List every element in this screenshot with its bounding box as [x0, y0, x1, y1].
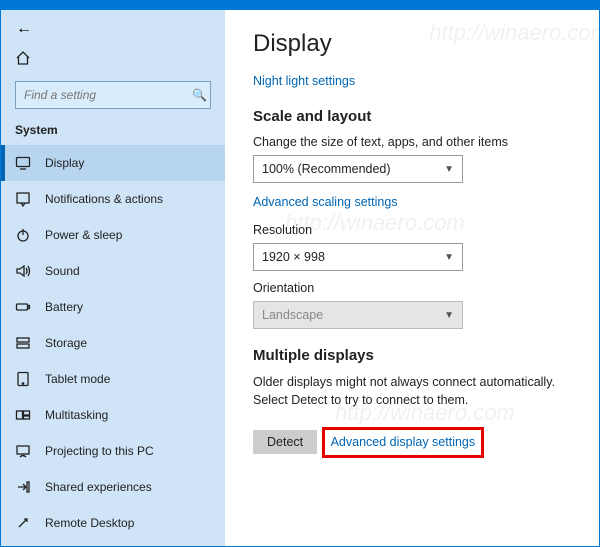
- sidebar-item-display[interactable]: Display: [1, 145, 225, 181]
- sidebar-item-label: Power & sleep: [45, 228, 122, 242]
- settings-window: ← 🔍 System Display Notifications & actio…: [0, 10, 600, 547]
- back-icon[interactable]: ←: [15, 20, 33, 38]
- sidebar-item-label: Projecting to this PC: [45, 444, 154, 458]
- resolution-label: Resolution: [253, 223, 571, 237]
- sidebar-list: Display Notifications & actions Power & …: [1, 145, 225, 546]
- projecting-icon: [15, 443, 31, 459]
- sidebar-item-storage[interactable]: Storage: [1, 325, 225, 361]
- sidebar-item-label: Battery: [45, 300, 83, 314]
- sidebar-item-about[interactable]: About: [1, 541, 225, 546]
- orientation-value: Landscape: [262, 308, 323, 322]
- scale-heading: Scale and layout: [253, 108, 571, 125]
- sidebar-item-label: Remote Desktop: [45, 516, 134, 530]
- search-box[interactable]: 🔍: [15, 81, 211, 109]
- scale-value: 100% (Recommended): [262, 162, 391, 176]
- multiple-displays-desc: Older displays might not always connect …: [253, 374, 563, 409]
- advanced-display-link[interactable]: Advanced display settings: [331, 435, 476, 449]
- sidebar-item-label: Multitasking: [45, 408, 108, 422]
- resolution-value: 1920 × 998: [262, 250, 325, 264]
- sidebar-item-label: Notifications & actions: [45, 192, 163, 206]
- sidebar-item-label: Tablet mode: [45, 372, 110, 386]
- sidebar-item-battery[interactable]: Battery: [1, 289, 225, 325]
- tablet-icon: [15, 371, 31, 387]
- multiple-displays-heading: Multiple displays: [253, 347, 571, 364]
- sidebar-item-multitasking[interactable]: Multitasking: [1, 397, 225, 433]
- scale-select[interactable]: 100% (Recommended) ▼: [253, 155, 463, 183]
- display-icon: [15, 155, 31, 171]
- detect-button[interactable]: Detect: [253, 430, 317, 454]
- sidebar-category: System: [1, 119, 225, 145]
- shared-icon: [15, 479, 31, 495]
- multitasking-icon: [15, 407, 31, 423]
- highlight-box: Advanced display settings: [322, 427, 485, 458]
- home-icon[interactable]: [15, 55, 31, 69]
- scale-label: Change the size of text, apps, and other…: [253, 135, 571, 149]
- battery-icon: [15, 299, 31, 315]
- sidebar: ← 🔍 System Display Notifications & actio…: [1, 10, 225, 546]
- resolution-select[interactable]: 1920 × 998 ▼: [253, 243, 463, 271]
- sidebar-item-label: Display: [45, 156, 84, 170]
- sidebar-item-projecting[interactable]: Projecting to this PC: [1, 433, 225, 469]
- sidebar-item-label: Shared experiences: [45, 480, 152, 494]
- remote-icon: [15, 515, 31, 531]
- orientation-select[interactable]: Landscape ▼: [253, 301, 463, 329]
- content-pane: http://winaero.com http://winaero.com ht…: [225, 10, 599, 546]
- search-icon: 🔍: [189, 88, 210, 102]
- sound-icon: [15, 263, 31, 279]
- power-icon: [15, 227, 31, 243]
- page-title: Display: [253, 30, 571, 58]
- chevron-down-icon: ▼: [444, 252, 454, 263]
- sidebar-item-shared[interactable]: Shared experiences: [1, 469, 225, 505]
- notifications-icon: [15, 191, 31, 207]
- chevron-down-icon: ▼: [444, 310, 454, 321]
- search-input[interactable]: [16, 88, 189, 102]
- window-titlebar: [0, 0, 600, 10]
- sidebar-item-power[interactable]: Power & sleep: [1, 217, 225, 253]
- sidebar-item-notifications[interactable]: Notifications & actions: [1, 181, 225, 217]
- sidebar-item-label: Storage: [45, 336, 87, 350]
- night-light-link[interactable]: Night light settings: [253, 74, 355, 88]
- sidebar-item-remote[interactable]: Remote Desktop: [1, 505, 225, 541]
- sidebar-item-tablet[interactable]: Tablet mode: [1, 361, 225, 397]
- orientation-label: Orientation: [253, 281, 571, 295]
- storage-icon: [15, 335, 31, 351]
- sidebar-item-label: Sound: [45, 264, 80, 278]
- chevron-down-icon: ▼: [444, 164, 454, 175]
- sidebar-item-sound[interactable]: Sound: [1, 253, 225, 289]
- advanced-scaling-link[interactable]: Advanced scaling settings: [253, 195, 398, 209]
